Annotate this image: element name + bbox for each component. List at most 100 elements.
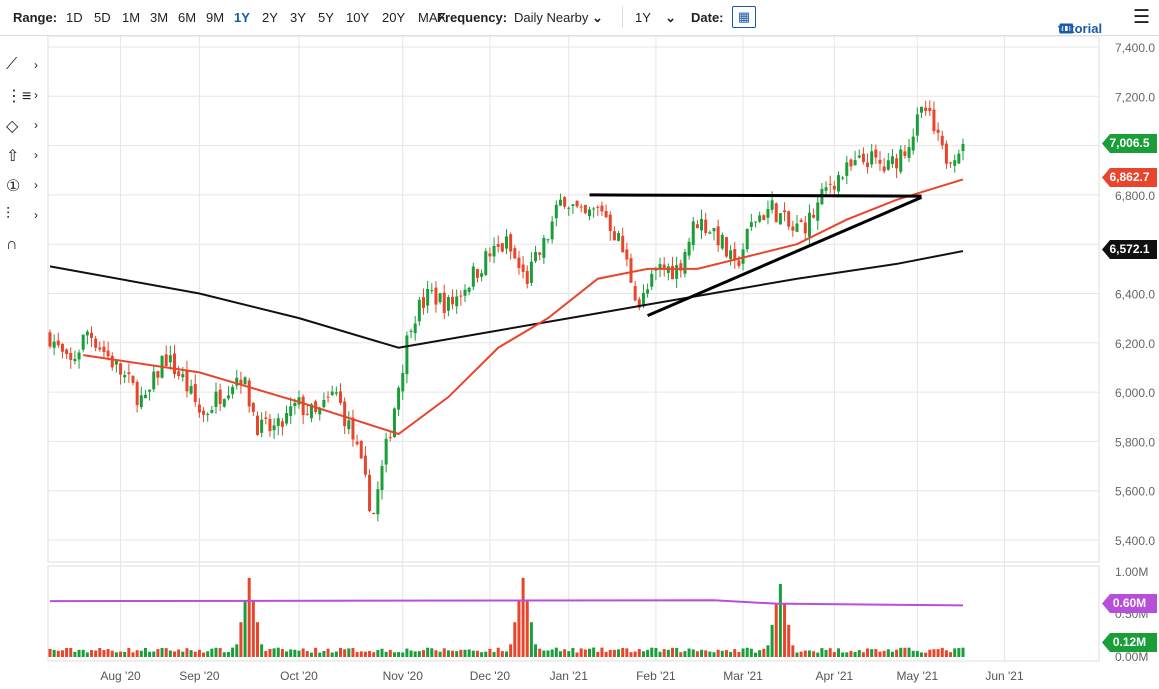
candle [90, 332, 93, 338]
candle [181, 374, 185, 378]
volume-bar [546, 650, 550, 657]
volume-bar [276, 647, 280, 657]
candle [471, 266, 475, 287]
candle [542, 237, 546, 258]
candle [434, 287, 438, 305]
candle [886, 160, 890, 170]
volume-bar [907, 647, 911, 657]
candle [500, 243, 504, 252]
volume-bar [297, 650, 301, 657]
volume-bar [621, 647, 625, 657]
price-chart[interactable]: 7,400.07,200.07,000.06,800.06,600.06,400… [0, 0, 1159, 689]
candle [812, 214, 816, 218]
candle [716, 226, 720, 246]
volume-bar [90, 650, 93, 657]
volume-bar [60, 650, 64, 657]
volume-bar [401, 652, 405, 657]
volume-bar [488, 648, 492, 657]
volume-bar [413, 651, 417, 657]
volume-bar [675, 647, 679, 657]
candle [65, 349, 69, 355]
candle [754, 221, 757, 223]
volume-bar [936, 649, 940, 657]
volume-bar [554, 647, 558, 657]
candle [264, 417, 268, 419]
candle [56, 340, 60, 346]
volume-bar [749, 648, 753, 657]
candle [380, 466, 384, 491]
candle [629, 258, 633, 283]
candle [924, 107, 928, 111]
candle [592, 208, 596, 210]
volume-bar [218, 648, 222, 657]
candle [417, 299, 421, 322]
candle [326, 396, 330, 398]
volume-bar [69, 648, 73, 657]
candle [243, 377, 247, 385]
volume-bar [866, 648, 870, 657]
volume-bar [849, 650, 853, 657]
candle [911, 136, 915, 151]
candle [102, 346, 106, 353]
volume-ma-tag: 0.60M [1102, 594, 1157, 613]
candle [347, 420, 351, 430]
candle [534, 251, 538, 262]
candle [712, 228, 716, 232]
volume-bar [517, 600, 521, 657]
volume-bar [434, 650, 438, 657]
candle [446, 297, 450, 311]
candle [463, 289, 467, 296]
resistance-trendline [589, 193, 922, 198]
volume-bar [289, 649, 293, 657]
y-tick-label: 5,800.0 [1115, 435, 1155, 449]
candle [73, 358, 77, 362]
volume-bar [143, 647, 147, 657]
candle [231, 386, 235, 395]
candle [807, 212, 811, 237]
x-tick-label: Jun '21 [985, 669, 1024, 683]
candle [388, 437, 392, 439]
volume-bar [131, 652, 135, 657]
volume-bar [309, 652, 313, 657]
candle [305, 413, 309, 415]
candle [596, 206, 600, 208]
candle [625, 249, 629, 260]
volume-bar [318, 652, 322, 657]
candle [617, 233, 621, 241]
candle [845, 162, 849, 176]
volume-bar [795, 652, 799, 657]
volume-bar [612, 649, 616, 657]
candle [289, 406, 293, 416]
volume-bar [181, 651, 185, 657]
candle [110, 355, 114, 368]
candle [957, 153, 961, 164]
ma200-line [49, 250, 964, 349]
candle [177, 371, 181, 377]
candle [81, 334, 85, 350]
candle [430, 290, 434, 292]
volume-bar [173, 651, 176, 657]
volume-bar [372, 652, 376, 657]
candle [907, 147, 911, 158]
volume-bar [314, 647, 318, 657]
candle [758, 215, 762, 222]
volume-bar [197, 649, 201, 657]
volume-bar [828, 648, 832, 657]
volume-bar [882, 650, 886, 657]
volume-bar [222, 652, 226, 657]
candle [48, 332, 52, 347]
volume-bar [608, 649, 612, 657]
volume-bar [492, 652, 496, 657]
candle [368, 474, 372, 511]
volume-bar [52, 649, 56, 657]
volume-bar [438, 651, 442, 657]
candle [451, 296, 455, 305]
candle [251, 402, 255, 412]
volume-bar [617, 649, 621, 657]
candle [724, 237, 728, 257]
volume-bar [920, 652, 923, 657]
candle [268, 418, 272, 432]
volume-bar [729, 652, 733, 657]
candle [334, 392, 338, 394]
candle [363, 455, 367, 475]
